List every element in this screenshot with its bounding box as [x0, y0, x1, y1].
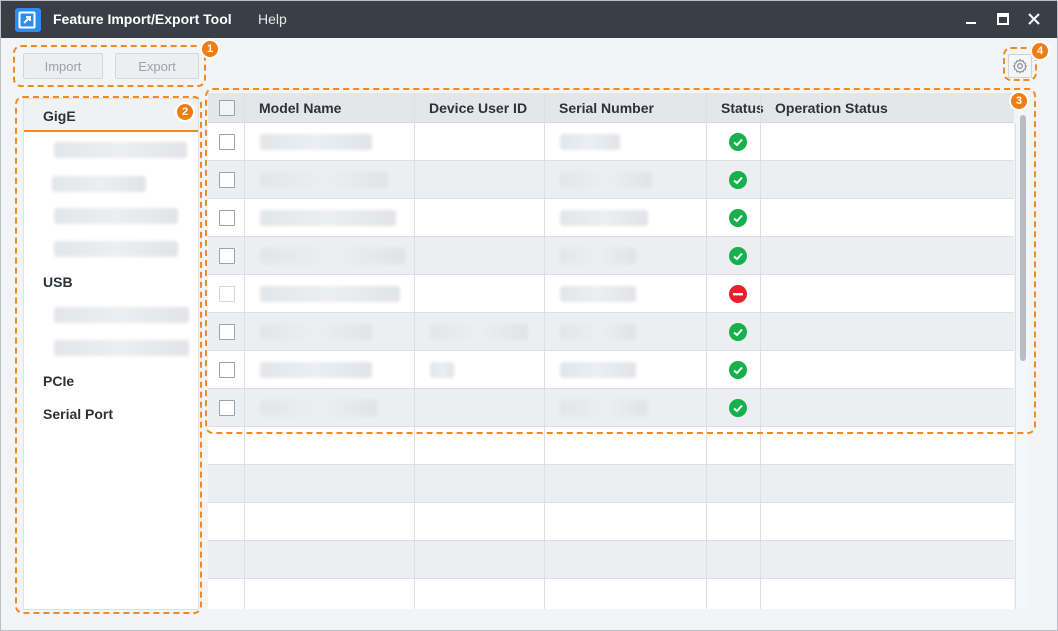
list-item[interactable]	[52, 176, 146, 192]
serial-number-cell	[560, 286, 636, 302]
model-name-cell	[260, 324, 372, 340]
empty-row	[208, 541, 1014, 579]
sidebar-item-gige[interactable]: GigE	[43, 108, 76, 124]
scrollbar-thumb[interactable]	[1020, 115, 1026, 361]
column-divider	[706, 93, 707, 609]
serial-number-cell	[560, 248, 636, 264]
close-icon[interactable]	[1026, 11, 1042, 27]
import-button[interactable]: Import	[23, 53, 103, 79]
column-divider	[244, 93, 245, 609]
column-divider	[544, 93, 545, 609]
status-ok-icon	[729, 323, 747, 341]
sidebar-item-usb[interactable]: USB	[43, 274, 73, 290]
status-ok-icon	[729, 171, 747, 189]
column-divider	[760, 93, 761, 609]
serial-number-cell	[560, 400, 648, 416]
callout-badge: 3	[1009, 91, 1029, 111]
table-row[interactable]	[208, 123, 1014, 161]
table-row[interactable]	[208, 389, 1014, 427]
empty-row	[208, 579, 1014, 609]
status-ok-icon	[729, 361, 747, 379]
column-header-serial-number[interactable]: Serial Number	[559, 100, 654, 116]
serial-number-cell	[560, 134, 620, 150]
list-item[interactable]	[54, 142, 187, 158]
column-header-model-name[interactable]: Model Name	[259, 100, 341, 116]
device-category-list: GigE USB PCIe Serial Port	[23, 98, 199, 610]
table-scrollbar[interactable]	[1015, 115, 1029, 609]
model-name-cell	[260, 362, 372, 378]
maximize-icon[interactable]	[995, 11, 1011, 27]
model-name-cell	[260, 210, 396, 226]
device-table: Model Name Device User ID Serial Number …	[208, 93, 1014, 609]
serial-number-cell	[560, 210, 648, 226]
app-export-icon	[15, 8, 41, 32]
status-ok-icon	[729, 399, 747, 417]
serial-number-cell	[560, 362, 636, 378]
device-user-id-cell	[430, 362, 454, 378]
table-row[interactable]	[208, 161, 1014, 199]
model-name-cell	[260, 400, 378, 416]
table-row[interactable]	[208, 313, 1014, 351]
callout-badge: 2	[175, 102, 195, 122]
minimize-icon[interactable]	[963, 11, 979, 27]
list-item[interactable]	[54, 307, 189, 323]
status-error-icon	[729, 285, 747, 303]
sidebar-item-pcie[interactable]: PCIe	[43, 373, 74, 389]
row-checkbox[interactable]	[219, 172, 235, 188]
column-header-operation-status[interactable]: Operation Status	[775, 100, 888, 116]
menu-item-help[interactable]: Help	[258, 11, 287, 27]
model-name-cell	[260, 172, 388, 188]
status-ok-icon	[729, 209, 747, 227]
serial-number-cell	[560, 172, 652, 188]
gear-icon	[1012, 58, 1028, 74]
row-checkbox[interactable]	[219, 134, 235, 150]
callout-badge: 4	[1030, 41, 1050, 61]
title-bar: Feature Import/Export Tool Help	[1, 1, 1057, 38]
table-row[interactable]	[208, 275, 1014, 313]
window-title: Feature Import/Export Tool	[53, 11, 232, 27]
empty-row	[208, 427, 1014, 465]
device-user-id-cell	[430, 324, 528, 340]
status-ok-icon	[729, 133, 747, 151]
column-header-status[interactable]: Status	[721, 100, 764, 116]
model-name-cell	[260, 286, 400, 302]
list-item[interactable]	[54, 241, 178, 257]
model-name-cell	[260, 134, 372, 150]
table-row[interactable]	[208, 237, 1014, 275]
table-header: Model Name Device User ID Serial Number …	[208, 93, 1014, 123]
settings-button[interactable]	[1008, 54, 1032, 78]
row-checkbox[interactable]	[219, 286, 235, 302]
column-header-device-user-id[interactable]: Device User ID	[429, 100, 527, 116]
export-button[interactable]: Export	[115, 53, 199, 79]
model-name-cell	[260, 248, 405, 264]
select-all-checkbox[interactable]	[219, 100, 235, 116]
app-window: Feature Import/Export Tool Help Import E…	[0, 0, 1058, 631]
column-divider	[414, 93, 415, 609]
row-checkbox[interactable]	[219, 248, 235, 264]
callout-badge: 1	[200, 39, 220, 59]
row-checkbox[interactable]	[219, 324, 235, 340]
empty-row	[208, 503, 1014, 541]
list-item[interactable]	[54, 340, 189, 356]
serial-number-cell	[560, 324, 636, 340]
row-checkbox[interactable]	[219, 362, 235, 378]
empty-row	[208, 465, 1014, 503]
sidebar-item-serial-port[interactable]: Serial Port	[43, 406, 113, 422]
status-ok-icon	[729, 247, 747, 265]
table-row[interactable]	[208, 351, 1014, 389]
row-checkbox[interactable]	[219, 400, 235, 416]
row-checkbox[interactable]	[219, 210, 235, 226]
table-row[interactable]	[208, 199, 1014, 237]
list-item[interactable]	[54, 208, 178, 224]
